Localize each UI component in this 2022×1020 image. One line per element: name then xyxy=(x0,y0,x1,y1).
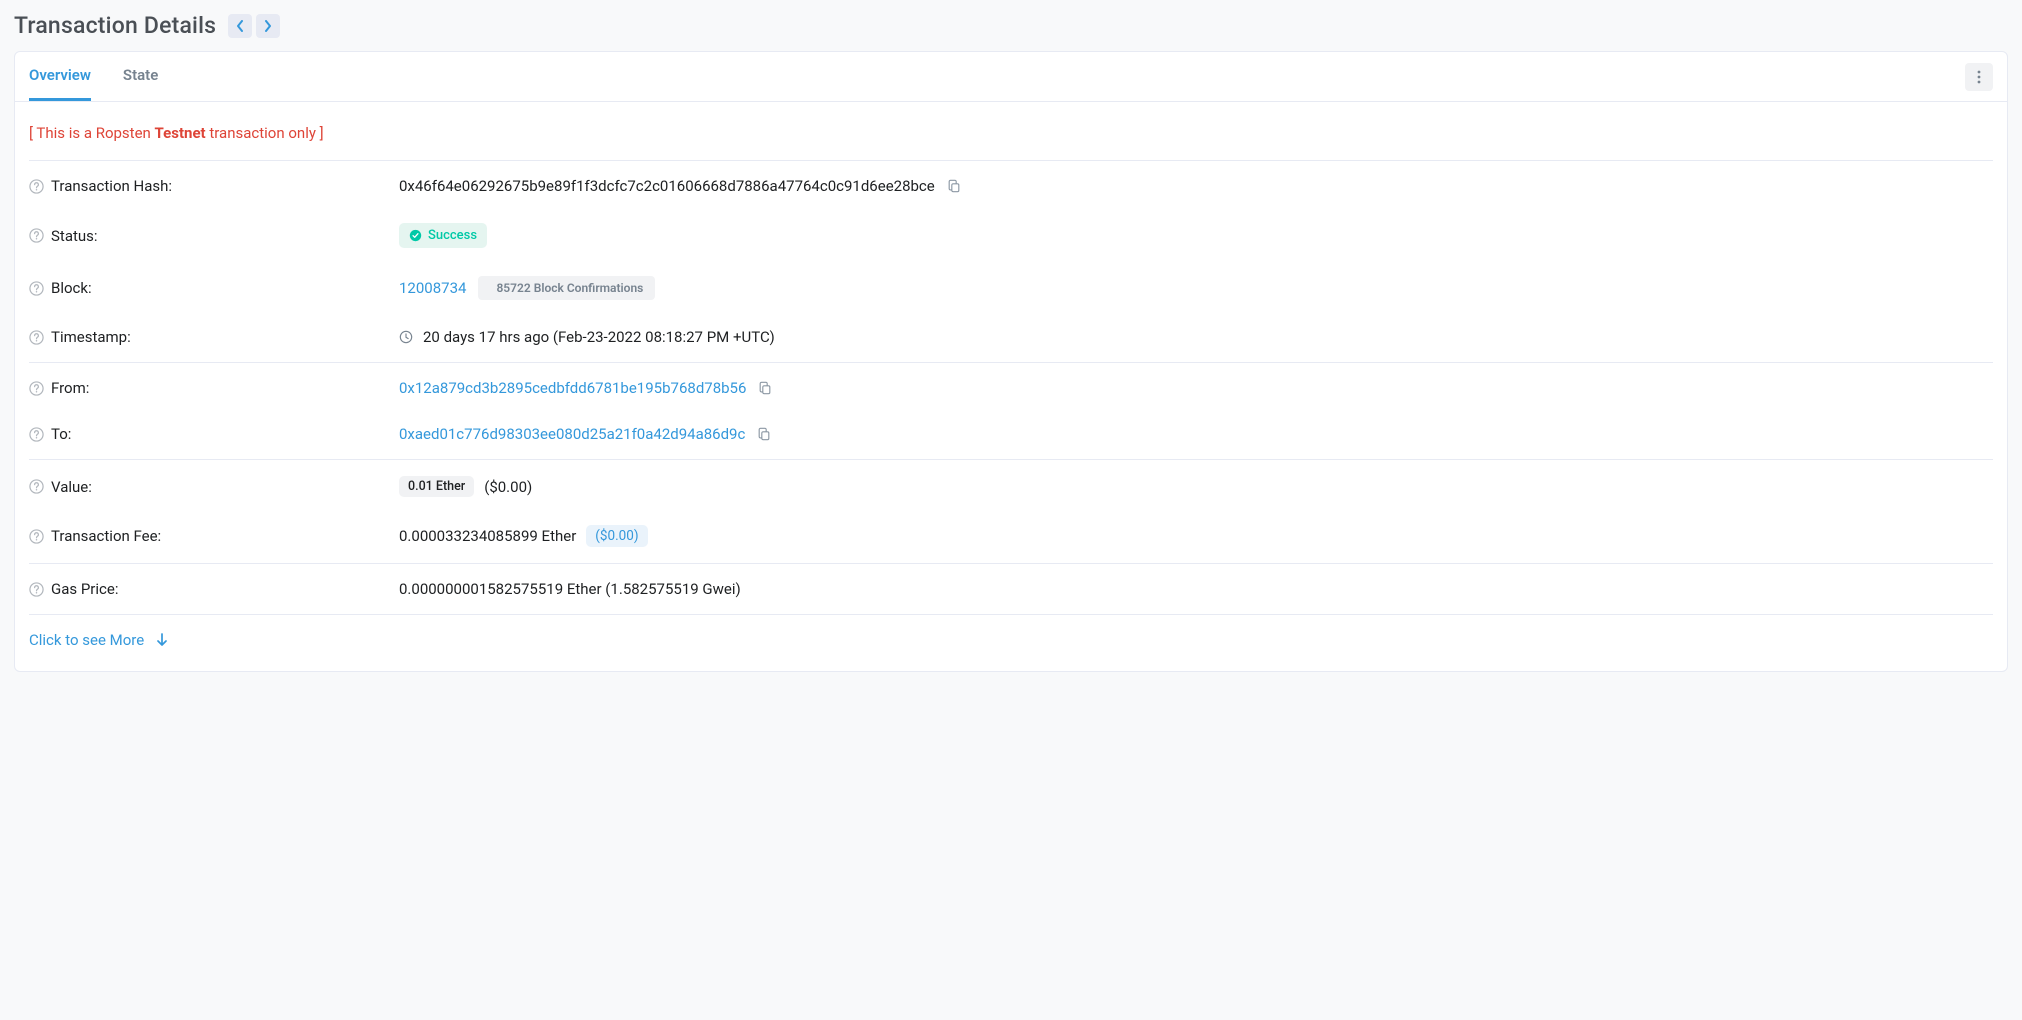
label-txfee-text: Transaction Fee: xyxy=(51,527,161,545)
value-gasprice: 0.000000001582575519 Ether (1.582575519 … xyxy=(399,580,1993,598)
row-txfee: Transaction Fee: 0.000033234085899 Ether… xyxy=(29,511,1993,561)
tab-overview[interactable]: Overview xyxy=(29,52,91,101)
help-icon[interactable] xyxy=(29,179,44,194)
fee-usd-pill: ($0.00) xyxy=(586,525,647,547)
label-value: Value: xyxy=(29,478,399,496)
divider xyxy=(29,362,1993,363)
label-from-text: From: xyxy=(51,379,89,397)
help-icon[interactable] xyxy=(29,427,44,442)
block-link[interactable]: 12008734 xyxy=(399,279,466,297)
row-txhash: Transaction Hash: 0x46f64e06292675b9e89f… xyxy=(29,163,1993,209)
label-block: Block: xyxy=(29,279,399,297)
chevron-left-icon xyxy=(236,20,244,32)
divider xyxy=(29,563,1993,564)
value-from: 0x12a879cd3b2895cedbfdd6781be195b768d78b… xyxy=(399,379,1993,397)
row-status: Status: Success xyxy=(29,209,1993,262)
row-block: Block: 12008734 85722 Block Confirmation… xyxy=(29,262,1993,314)
arrow-down-icon xyxy=(156,633,168,647)
from-link[interactable]: 0x12a879cd3b2895cedbfdd6781be195b768d78b… xyxy=(399,379,746,397)
value-usd-text: ($0.00) xyxy=(484,478,532,496)
label-txhash: Transaction Hash: xyxy=(29,177,399,195)
copy-icon xyxy=(758,381,772,395)
notice-post: transaction only ] xyxy=(206,124,324,142)
status-badge: Success xyxy=(399,223,487,248)
value-txhash: 0x46f64e06292675b9e89f1f3dcfc7c2c0160666… xyxy=(399,177,1993,195)
gasprice-text: 0.000000001582575519 Ether (1.582575519 … xyxy=(399,580,741,598)
label-value-text: Value: xyxy=(51,478,92,496)
help-icon[interactable] xyxy=(29,582,44,597)
label-gasprice-text: Gas Price: xyxy=(51,580,118,598)
see-more-text: Click to see More xyxy=(29,631,144,649)
next-button[interactable] xyxy=(256,14,280,38)
value-block: 12008734 85722 Block Confirmations xyxy=(399,276,1993,300)
label-block-text: Block: xyxy=(51,279,92,297)
card-body: [ This is a Ropsten Testnet transaction … xyxy=(15,102,2007,671)
help-icon[interactable] xyxy=(29,228,44,243)
row-value: Value: 0.01 Ether ($0.00) xyxy=(29,462,1993,511)
check-circle-icon xyxy=(409,229,422,242)
copy-to-button[interactable] xyxy=(755,425,773,443)
confirmations-text: 85722 Block Confirmations xyxy=(478,276,655,300)
tab-actions xyxy=(1965,63,1993,91)
help-icon[interactable] xyxy=(29,330,44,345)
page-header: Transaction Details xyxy=(14,12,2008,39)
help-icon[interactable] xyxy=(29,479,44,494)
label-to: To: xyxy=(29,425,399,443)
chevron-right-icon xyxy=(264,20,272,32)
tab-state[interactable]: State xyxy=(123,52,158,101)
help-icon[interactable] xyxy=(29,381,44,396)
kebab-icon xyxy=(1977,70,1981,84)
row-timestamp: Timestamp: 20 days 17 hrs ago (Feb-23-20… xyxy=(29,314,1993,360)
block-confirmations: 85722 Block Confirmations xyxy=(484,276,655,300)
label-status-text: Status: xyxy=(51,227,98,245)
more-actions-button[interactable] xyxy=(1965,63,1993,91)
value-eth-pill: 0.01 Ether xyxy=(399,476,474,497)
tabs: Overview State xyxy=(15,52,2007,102)
see-more-link[interactable]: Click to see More xyxy=(29,617,168,653)
label-timestamp: Timestamp: xyxy=(29,328,399,346)
row-to: To: 0xaed01c776d98303ee080d25a21f0a42d94… xyxy=(29,411,1993,457)
copy-icon xyxy=(947,179,961,193)
label-gasprice: Gas Price: xyxy=(29,580,399,598)
copy-icon xyxy=(757,427,771,441)
help-icon[interactable] xyxy=(29,529,44,544)
help-icon[interactable] xyxy=(29,281,44,296)
divider xyxy=(29,459,1993,460)
label-txfee: Transaction Fee: xyxy=(29,527,399,545)
fee-eth-text: 0.000033234085899 Ether xyxy=(399,527,576,545)
copy-txhash-button[interactable] xyxy=(945,177,963,195)
testnet-notice: [ This is a Ropsten Testnet transaction … xyxy=(29,106,1993,158)
tx-card: Overview State [ This is a Ropsten Testn… xyxy=(14,51,2008,672)
value-status: Success xyxy=(399,223,1993,248)
value-to: 0xaed01c776d98303ee080d25a21f0a42d94a86d… xyxy=(399,425,1993,443)
notice-pre: [ This is a Ropsten xyxy=(29,124,155,142)
prev-button[interactable] xyxy=(228,14,252,38)
value-value: 0.01 Ether ($0.00) xyxy=(399,476,1993,497)
label-txhash-text: Transaction Hash: xyxy=(51,177,172,195)
divider xyxy=(29,160,1993,161)
clock-icon xyxy=(399,330,413,344)
nav-arrows xyxy=(228,14,280,38)
label-to-text: To: xyxy=(51,425,71,443)
label-status: Status: xyxy=(29,227,399,245)
copy-from-button[interactable] xyxy=(756,379,774,397)
divider xyxy=(29,614,1993,615)
row-gasprice: Gas Price: 0.000000001582575519 Ether (1… xyxy=(29,566,1993,612)
row-from: From: 0x12a879cd3b2895cedbfdd6781be195b7… xyxy=(29,365,1993,411)
timestamp-text: 20 days 17 hrs ago (Feb-23-2022 08:18:27… xyxy=(423,328,775,346)
value-timestamp: 20 days 17 hrs ago (Feb-23-2022 08:18:27… xyxy=(399,328,1993,346)
txhash-text: 0x46f64e06292675b9e89f1f3dcfc7c2c0160666… xyxy=(399,177,935,195)
page-title: Transaction Details xyxy=(14,12,216,39)
status-text: Success xyxy=(428,228,477,243)
value-txfee: 0.000033234085899 Ether ($0.00) xyxy=(399,525,1993,547)
label-timestamp-text: Timestamp: xyxy=(51,328,131,346)
label-from: From: xyxy=(29,379,399,397)
to-link[interactable]: 0xaed01c776d98303ee080d25a21f0a42d94a86d… xyxy=(399,425,745,443)
notice-bold: Testnet xyxy=(155,124,206,142)
